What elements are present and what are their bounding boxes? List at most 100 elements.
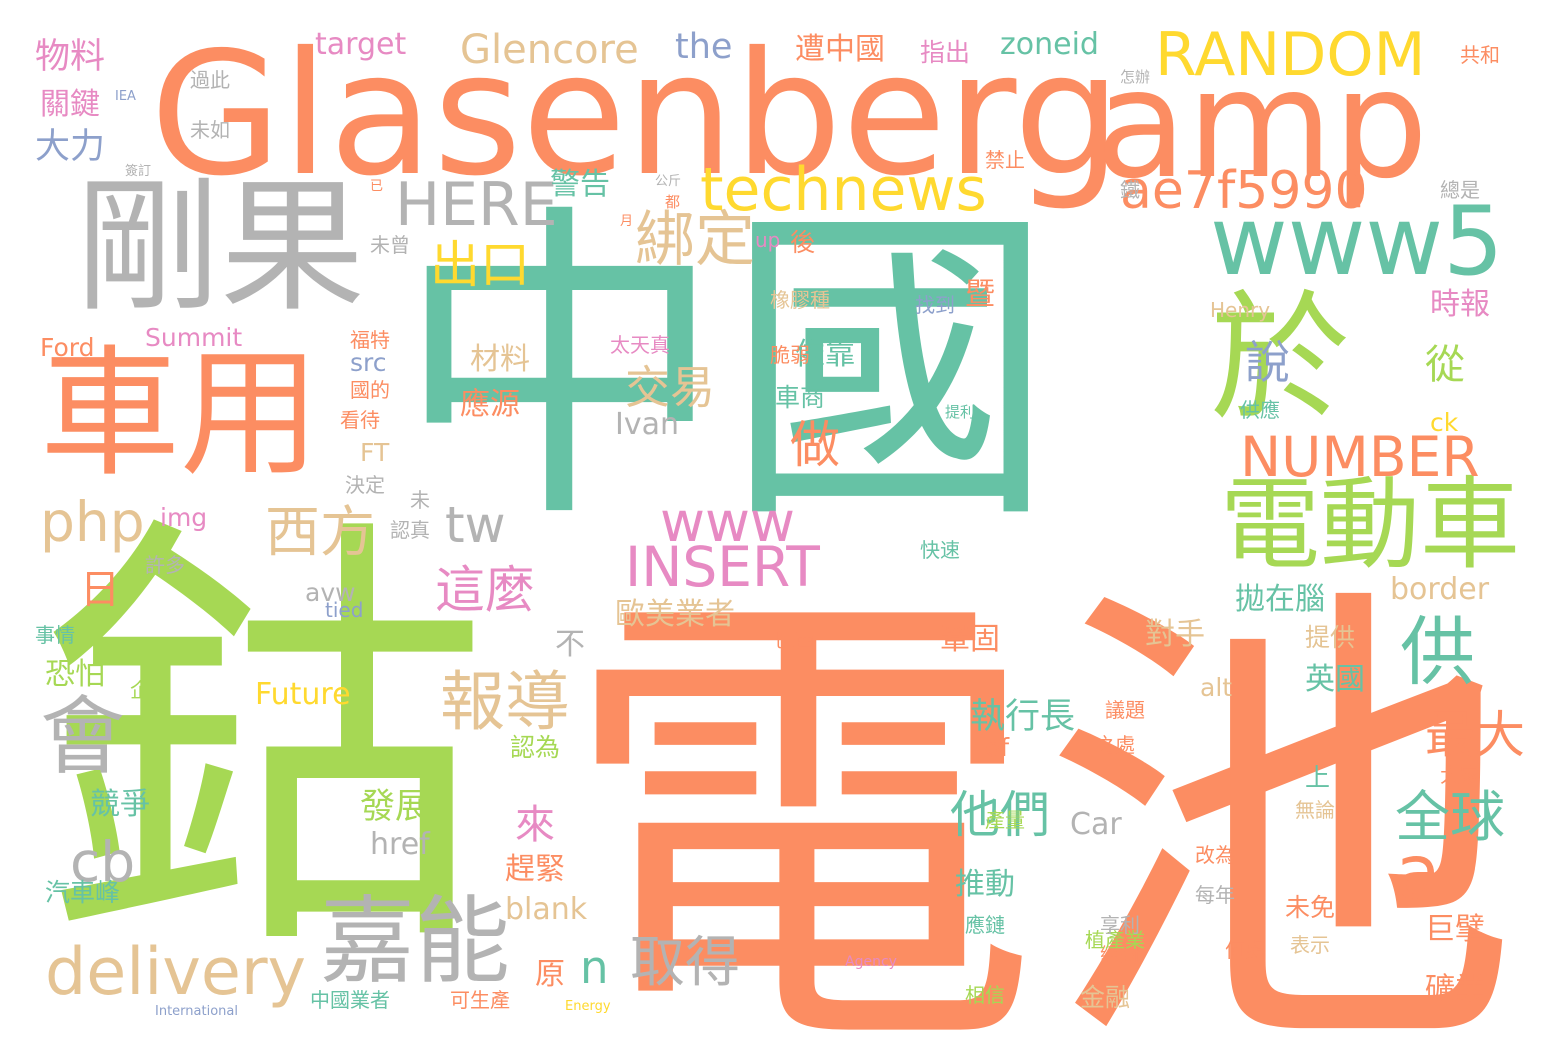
word-cjk-80: 推動 bbox=[955, 867, 1015, 902]
word-cjk-75: 鞏固 bbox=[940, 622, 1000, 657]
word-cjk-38: 日 bbox=[80, 567, 120, 613]
word-cjk-69: 競爭 bbox=[90, 787, 150, 822]
word-ck: ck bbox=[1430, 408, 1459, 437]
word-energy: Energy bbox=[565, 999, 611, 1014]
word-cjk-89: 金融 bbox=[1080, 983, 1131, 1012]
word-ivan: Ivan bbox=[615, 407, 679, 442]
word-up: up bbox=[755, 228, 781, 252]
word-src: src bbox=[350, 348, 387, 377]
word-cjk-99: 太天真 bbox=[610, 333, 670, 357]
word-insert: INSERT bbox=[625, 535, 820, 599]
word-cjk-21: 綁定 bbox=[635, 205, 755, 275]
word-href: href bbox=[370, 827, 430, 862]
word-cjk-18: 供 bbox=[1400, 608, 1476, 696]
word-cjk-24: 西方 bbox=[265, 500, 376, 564]
word-random: RANDOM bbox=[1155, 20, 1426, 90]
word-cloud: 中國 電池鈷 Glasenberg amp 剛果 車用於電動車 www5 technews RA… bbox=[0, 0, 1548, 1052]
word-zoneid: zoneid bbox=[1000, 27, 1099, 62]
word-ae7f5990: ae7f5990 bbox=[1120, 161, 1368, 221]
word-cjk-125: 過此 bbox=[190, 68, 230, 92]
word-cjk-50: 時報 bbox=[1430, 287, 1490, 322]
word-cjk-102: 事情 bbox=[35, 623, 75, 647]
word-cjk-65: 拋在腦 bbox=[1235, 582, 1325, 617]
word-cjk-134: 巴西 bbox=[775, 628, 815, 652]
word-cjk-128: 福特 bbox=[350, 328, 390, 352]
word-cjk-57: 暨 bbox=[965, 277, 995, 312]
word-cjk-145: 已 bbox=[370, 179, 384, 194]
word-cjk-94: 車商 bbox=[775, 383, 826, 412]
word-cjk-13: 嘉能 bbox=[320, 887, 511, 997]
word-cjk-95: 供應 bbox=[1240, 398, 1280, 422]
word-cjk-77: 認為 bbox=[510, 733, 561, 762]
word-n: n bbox=[580, 941, 609, 994]
word-here: HERE bbox=[395, 170, 558, 240]
word-cjk-47: 關鍵 bbox=[40, 87, 100, 122]
word-cjk-108: 表示 bbox=[1290, 933, 1330, 957]
word-cjk-35: 做 bbox=[790, 416, 840, 474]
word-cjk-90: 未免 bbox=[1285, 893, 1336, 922]
word-of: of bbox=[985, 733, 1010, 762]
word-tied: tied bbox=[325, 598, 364, 622]
word-cjk-137: 提利 bbox=[945, 403, 976, 421]
word-car: Car bbox=[1070, 807, 1122, 842]
word-delivery: delivery bbox=[45, 935, 307, 1010]
word-ford: Ford bbox=[40, 333, 95, 362]
word-cjk-131: 決定 bbox=[345, 473, 385, 497]
word-henry: Henry bbox=[1210, 298, 1271, 322]
word-cjk-116: 議題 bbox=[1105, 698, 1145, 722]
word-cjk-136: 快速 bbox=[920, 538, 960, 562]
word-cjk-127: 脆弱 bbox=[770, 343, 810, 367]
word-cjk-124: 未如 bbox=[190, 118, 230, 142]
word-cjk-44: 遭中國 bbox=[795, 32, 885, 67]
word-cjk-132: 未 bbox=[410, 488, 430, 512]
word-cjk-83: 無論 bbox=[1295, 798, 1335, 822]
word-cjk-113: 每年 bbox=[1195, 883, 1235, 907]
word-cjk-120: 禁止 bbox=[985, 148, 1025, 172]
word-cjk-58: 找到 bbox=[915, 293, 955, 317]
word-cjk-23: 出口 bbox=[430, 236, 530, 294]
word-cjk-121: 怎辦 bbox=[1120, 68, 1151, 86]
word-cjk-37: 從 bbox=[1425, 342, 1465, 388]
word-cjk-67: 提供 bbox=[1305, 623, 1356, 652]
word-summit: Summit bbox=[145, 323, 243, 352]
word-cjk-46: 物料 bbox=[35, 37, 106, 77]
word-cjk-6: 車用 bbox=[40, 333, 321, 496]
word-cjk-106: 相信 bbox=[965, 983, 1005, 1007]
word-the: the bbox=[675, 27, 733, 67]
word-cjk-123: 未曾 bbox=[370, 233, 410, 257]
word-cjk-31: 取得 bbox=[630, 930, 741, 994]
word-target: target bbox=[315, 27, 407, 62]
word-blank: blank bbox=[505, 892, 588, 927]
word-cjk-19: 報導 bbox=[440, 665, 571, 740]
word-cjk-8: 電動車 bbox=[1220, 466, 1520, 583]
word-cjk-53: 應源 bbox=[460, 387, 520, 422]
word-cjk-122: 共和 bbox=[1460, 43, 1500, 67]
word-cjk-84: 產量 bbox=[985, 808, 1025, 832]
word-cjk-82: 上 bbox=[1305, 763, 1331, 792]
word-cjk-29: 全球 bbox=[1395, 785, 1506, 849]
word-cjk-49: 警告 bbox=[550, 167, 610, 202]
word-border: border bbox=[1390, 572, 1490, 607]
word-cjk-87: 原 bbox=[535, 957, 565, 992]
word-cjk-45: 指出 bbox=[920, 38, 971, 67]
word-cjk-144: 都 bbox=[665, 193, 681, 211]
word-cjk-114: 改為 bbox=[1195, 843, 1235, 867]
word-future: Future bbox=[255, 677, 351, 712]
word-cjk-126: 橡膠種 bbox=[770, 288, 830, 312]
word-cjk-34: 交易 bbox=[625, 361, 716, 414]
word-php: php bbox=[40, 490, 145, 554]
word-cjk-109: 何處 bbox=[1225, 938, 1265, 962]
word-international: International bbox=[155, 1004, 238, 1019]
word-iea: IEA bbox=[115, 89, 136, 104]
word-number: NUMBER bbox=[1240, 425, 1480, 489]
word-cjk-5: 剛果 bbox=[75, 163, 365, 332]
word-cjk-85: 巨擘 bbox=[1425, 912, 1485, 947]
word-cjk-70: 恐怕 bbox=[45, 657, 105, 692]
word-cjk-103: 企業 bbox=[130, 678, 170, 702]
word-cjk-98: 後 bbox=[790, 228, 816, 257]
word-cjk-33: 最大 bbox=[1425, 706, 1525, 764]
word-glencore: Glencore bbox=[460, 27, 639, 73]
word-cjk-105: 可生產 bbox=[450, 988, 510, 1012]
word-cjk-146: 簽訂 bbox=[125, 164, 152, 179]
word-cjk-73: 來 bbox=[515, 802, 555, 848]
